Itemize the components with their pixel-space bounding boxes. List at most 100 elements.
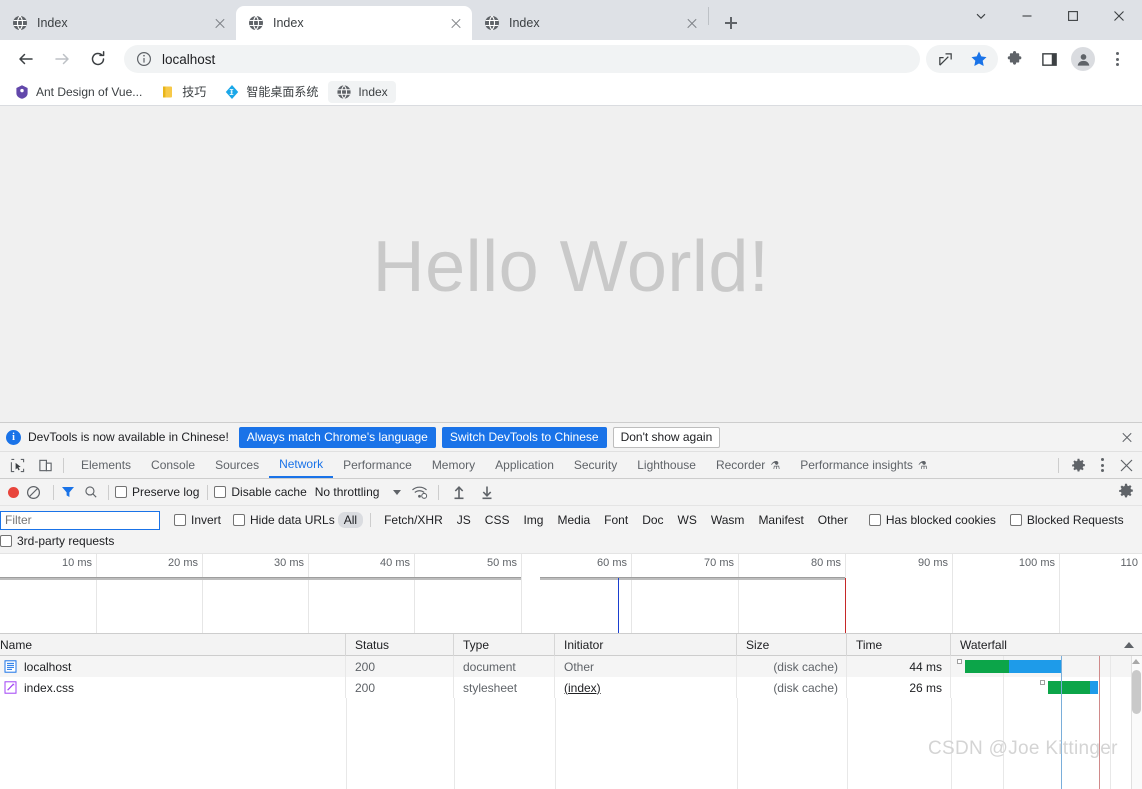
throttling-select[interactable]: No throttling xyxy=(315,485,380,499)
always-match-language-button[interactable]: Always match Chrome's language xyxy=(238,426,436,448)
filter-type-all[interactable]: All xyxy=(337,512,364,528)
filter-type-wasm[interactable]: Wasm xyxy=(705,512,751,528)
column-header-initiator[interactable]: Initiator xyxy=(555,633,737,656)
filter-input[interactable] xyxy=(0,510,160,530)
dont-show-again-button[interactable]: Don't show again xyxy=(612,426,721,448)
reload-icon[interactable] xyxy=(84,45,112,73)
tab-performance[interactable]: Performance xyxy=(333,452,422,478)
address-bar[interactable]: localhost xyxy=(124,45,920,73)
filter-type-fetch-xhr[interactable]: Fetch/XHR xyxy=(378,512,449,528)
clear-icon[interactable] xyxy=(26,485,41,500)
column-header-waterfall[interactable]: Waterfall xyxy=(951,634,1142,656)
table-row[interactable]: localhost 200 document Other (disk cache… xyxy=(0,656,1142,677)
column-header-status[interactable]: Status xyxy=(346,633,454,656)
column-header-time[interactable]: Time xyxy=(847,633,951,656)
close-icon[interactable] xyxy=(448,15,464,31)
tab-security[interactable]: Security xyxy=(564,452,627,478)
tab-console[interactable]: Console xyxy=(141,452,205,478)
maximize-icon[interactable] xyxy=(1050,0,1096,32)
filter-icon[interactable] xyxy=(60,484,76,500)
inspect-element-icon[interactable] xyxy=(6,454,28,476)
sort-ascending-icon[interactable] xyxy=(1124,641,1134,648)
tab-performance-insights[interactable]: Performance insights ⚗ xyxy=(790,452,938,478)
record-icon[interactable] xyxy=(8,486,19,498)
column-header-type[interactable]: Type xyxy=(454,633,555,656)
bookmark-item-ant-design[interactable]: Ant Design of Vue... xyxy=(6,81,150,103)
cell-initiator[interactable]: (index) xyxy=(555,677,737,698)
scrollbar-thumb[interactable] xyxy=(1132,670,1141,714)
filter-type-manifest[interactable]: Manifest xyxy=(752,512,809,528)
bookmark-item-folder[interactable]: 技巧 xyxy=(152,81,214,103)
side-panel-icon[interactable] xyxy=(1035,45,1063,73)
tab-label: Recorder xyxy=(715,458,766,472)
new-tab-button[interactable] xyxy=(717,9,745,37)
profile-avatar-icon[interactable] xyxy=(1069,45,1097,73)
share-bookmark-group xyxy=(926,45,998,73)
browser-tab-2[interactable]: Index xyxy=(472,6,708,40)
filter-type-js[interactable]: JS xyxy=(451,512,477,528)
puzzle-icon[interactable] xyxy=(1001,45,1029,73)
tab-label: Index xyxy=(509,16,540,30)
chevron-down-icon[interactable] xyxy=(393,489,402,495)
column-header-size[interactable]: Size xyxy=(737,633,847,656)
network-settings-gear-icon[interactable] xyxy=(1118,483,1136,501)
device-toolbar-icon[interactable] xyxy=(34,454,56,476)
browser-tab-0[interactable]: Index xyxy=(0,6,236,40)
preserve-log-checkbox[interactable]: Preserve log xyxy=(115,485,199,499)
kebab-menu-icon[interactable] xyxy=(1103,45,1131,73)
hide-data-urls-checkbox[interactable]: Hide data URLs xyxy=(233,513,335,527)
more-options-icon[interactable] xyxy=(1090,453,1114,477)
cell-waterfall[interactable] xyxy=(951,677,1142,698)
import-har-icon[interactable] xyxy=(451,484,467,500)
export-har-icon[interactable] xyxy=(479,484,495,500)
filter-type-media[interactable]: Media xyxy=(551,512,596,528)
close-window-icon[interactable] xyxy=(1096,0,1142,32)
tab-application[interactable]: Application xyxy=(485,452,564,478)
close-devtools-icon[interactable] xyxy=(1114,453,1138,477)
bookmark-item-desktop-system[interactable]: 智能桌面系统 xyxy=(216,81,326,103)
close-icon[interactable] xyxy=(1120,430,1134,444)
bookmark-item-index[interactable]: Index xyxy=(328,80,396,103)
third-party-requests-checkbox[interactable]: 3rd-party requests xyxy=(0,534,114,548)
waterfall-queue-marker xyxy=(957,659,962,664)
star-icon[interactable] xyxy=(965,45,993,73)
disable-cache-checkbox[interactable]: Disable cache xyxy=(214,485,307,499)
switch-to-chinese-button[interactable]: Switch DevTools to Chinese xyxy=(441,426,607,448)
share-icon[interactable] xyxy=(931,45,959,73)
back-arrow-icon[interactable] xyxy=(12,45,40,73)
toolbar-divider xyxy=(1058,457,1059,473)
tab-memory[interactable]: Memory xyxy=(422,452,485,478)
close-icon[interactable] xyxy=(684,15,700,31)
browser-tab-1[interactable]: Index xyxy=(236,6,472,40)
table-scrollbar[interactable] xyxy=(1131,656,1142,789)
invert-checkbox[interactable]: Invert xyxy=(174,513,221,527)
filter-type-ws[interactable]: WS xyxy=(672,512,703,528)
filter-type-css[interactable]: CSS xyxy=(479,512,516,528)
initiator-link[interactable]: (index) xyxy=(564,681,601,695)
blocked-requests-checkbox[interactable]: Blocked Requests xyxy=(1009,513,1124,527)
scroll-up-arrow-icon[interactable] xyxy=(1132,659,1140,664)
tab-recorder[interactable]: Recorder ⚗ xyxy=(706,452,790,478)
info-circle-icon[interactable] xyxy=(136,51,152,67)
gear-icon[interactable] xyxy=(1066,453,1090,477)
minimize-icon[interactable] xyxy=(1004,0,1050,32)
tab-elements[interactable]: Elements xyxy=(71,452,141,478)
column-header-name[interactable]: Name xyxy=(0,633,346,656)
cell-waterfall[interactable] xyxy=(951,656,1142,677)
search-icon[interactable] xyxy=(84,485,98,499)
forward-arrow-icon[interactable] xyxy=(48,45,76,73)
has-blocked-cookies-checkbox[interactable]: Has blocked cookies xyxy=(868,513,996,527)
tab-sources[interactable]: Sources xyxy=(205,452,269,478)
network-conditions-icon[interactable] xyxy=(411,485,428,500)
bookmark-label: 智能桌面系统 xyxy=(246,85,319,99)
filter-type-other[interactable]: Other xyxy=(812,512,854,528)
filter-type-img[interactable]: Img xyxy=(517,512,549,528)
chevron-down-icon[interactable] xyxy=(958,0,1004,32)
tab-lighthouse[interactable]: Lighthouse xyxy=(627,452,706,478)
filter-type-doc[interactable]: Doc xyxy=(636,512,669,528)
filter-type-font[interactable]: Font xyxy=(598,512,634,528)
tab-network[interactable]: Network xyxy=(269,452,334,478)
table-row[interactable]: index.css 200 stylesheet (index) (disk c… xyxy=(0,677,1142,698)
network-timeline-overview[interactable]: 10 ms 20 ms 30 ms 40 ms 50 ms 60 ms 70 m… xyxy=(0,554,1142,634)
close-icon[interactable] xyxy=(212,15,228,31)
